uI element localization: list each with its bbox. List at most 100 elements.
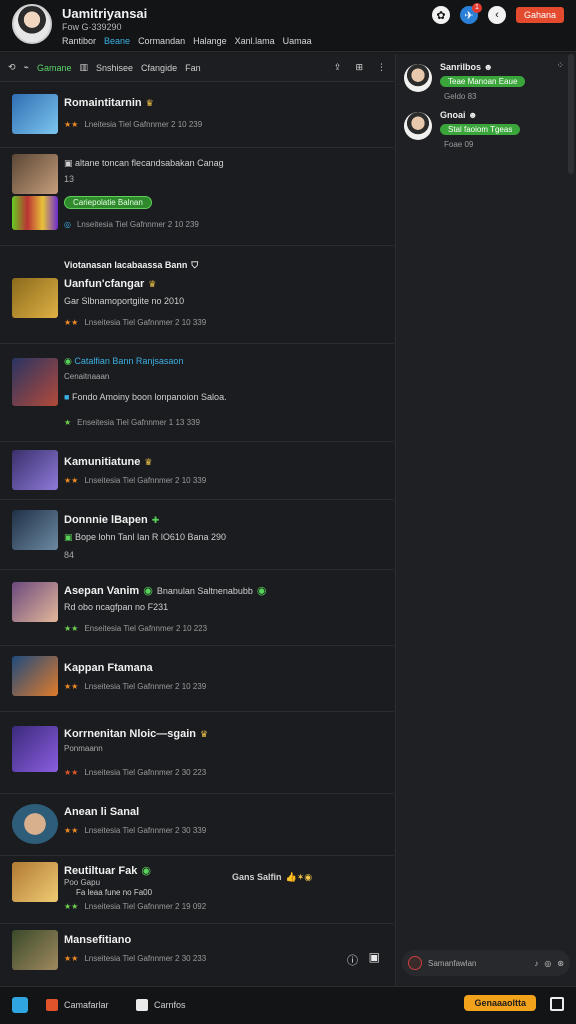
row-avatar <box>12 154 58 194</box>
nav-item-2-active[interactable]: Beane <box>104 36 130 46</box>
row-sub: 13 <box>64 174 75 184</box>
emoji-icon: ☻ <box>483 62 494 72</box>
share-icon[interactable]: ⇪ <box>334 62 342 73</box>
messages-icon[interactable]: ✈ 1 <box>459 3 482 24</box>
fire-icon <box>46 999 58 1011</box>
row-avatar <box>12 582 58 622</box>
row-sub: Cenaitnaaan <box>64 372 110 381</box>
feed-row[interactable]: ◉ Catalfian Bann Ranjsasaon Cenaitnaaan … <box>0 344 394 442</box>
row-avatar <box>12 510 58 550</box>
row-name: Romaintitarnin ♛ <box>64 97 154 109</box>
bottom-bar: Camafarlar Carnfos Genaaaoltta <box>0 986 576 1024</box>
chat-input[interactable]: Samanfawlan ♪ ◎ ⊛ <box>402 950 570 976</box>
attach-icon[interactable]: ♪ <box>534 959 538 968</box>
crown-icon: ♛ <box>144 457 153 467</box>
row-meta: ★★ Lnseitesia Tiel Gafnnmer 2 19 092 <box>64 902 207 911</box>
emoji-icon: ☻ <box>468 110 478 120</box>
row-name: Kamunitiatune ♛ <box>64 456 153 468</box>
chat-time: Foae 09 <box>444 140 474 149</box>
emoji-picker-icon[interactable]: ◎ <box>544 959 551 968</box>
home-icon[interactable] <box>12 997 28 1013</box>
info-icon[interactable]: ⓘ <box>347 952 358 968</box>
row-meta: ★★ Lnseitesia Tiel Gafnnmer 2 30 233 <box>64 954 207 963</box>
row-avatar <box>12 862 58 902</box>
row-meta: ★★ Lneitesia Tiel Gafnnmer 2 10 239 <box>64 120 203 129</box>
row-meta: ★★ Lnseitesia Tiel Gafnnmer 2 10 339 <box>64 476 207 485</box>
top-header: Uamitriyansai Fow G·339290 Rantibor Bean… <box>0 0 576 52</box>
grid-icon[interactable]: ▥ <box>80 62 89 73</box>
tab-gamane[interactable]: Gamane <box>37 63 72 73</box>
back-icon[interactable]: ‹ <box>487 6 506 24</box>
status-pill[interactable]: Cariepolatie Balnan <box>64 196 152 209</box>
nav-item-4[interactable]: Halange <box>193 36 227 46</box>
top-nav: Rantibor Beane Cormandan Halange Xanl.la… <box>62 36 312 46</box>
row-avatar <box>12 450 58 490</box>
refresh-icon[interactable]: ⟲ <box>8 62 16 73</box>
row-name: Korrnenitan Nloic—sgain ♛ <box>64 728 209 740</box>
bottom-tab-2[interactable]: Carnfos <box>136 999 186 1011</box>
toolbar-right-icons: ⇪ ⊞ ⋮ <box>334 62 386 73</box>
chat-input-placeholder: Samanfawlan <box>428 958 477 968</box>
feed-row[interactable]: Kappan Ftamana ★★ Lnseitesia Tiel Gafnnme… <box>0 646 394 712</box>
chat-bubble: Teae Manoan Eaue <box>440 76 526 87</box>
chat-time: Geldo 83 <box>444 92 477 101</box>
tab-cfangide[interactable]: Cfangide <box>141 63 177 73</box>
row-sub: Poo Gapu <box>64 878 101 887</box>
row-headline: ▣ altane toncan flecandsabakan Canag <box>64 158 224 168</box>
nav-item-1[interactable]: Rantibor <box>62 36 96 46</box>
feed-toolbar: ⟲ ⌁ Gamane ▥ Snshisee Cfangide Fan ⇪ ⊞ ⋮ <box>0 54 394 82</box>
expand-icon[interactable] <box>550 997 564 1011</box>
row-avatar <box>12 94 58 134</box>
row-headline: Viotanasan lacabaassa Bann ⛉ <box>64 260 199 270</box>
row-meta: ★★ Lnseitesia Tiel Gafnnmer 2 10 339 <box>64 318 207 327</box>
row-avatar <box>12 930 58 970</box>
app-subtitle: Fow G·339290 <box>62 22 122 32</box>
settings-icon[interactable]: ✿ <box>431 6 450 24</box>
record-icon[interactable] <box>408 956 422 970</box>
feed-row[interactable]: Viotanasan lacabaassa Bann ⛉ Uanfun'cfang… <box>0 246 394 344</box>
send-icon[interactable]: ⊛ <box>557 959 564 968</box>
nav-item-6[interactable]: Uamaa <box>283 36 312 46</box>
chat-panel: ⁘ Sanrilbos ☻ Teae Manoan Eaue Geldo 83 … <box>395 54 576 986</box>
notification-badge: 1 <box>471 3 482 13</box>
chat-item[interactable]: Gnoai ☻ Stal faoiom Tgeas Foae 09 <box>404 110 574 150</box>
bottom-tab-1[interactable]: Camafarlar <box>46 999 109 1011</box>
bottom-cta-button[interactable]: Genaaaoltta <box>464 995 536 1011</box>
chat-name: Gnoai ☻ <box>440 110 478 120</box>
nav-item-3[interactable]: Cormandan <box>138 36 185 46</box>
feed-row[interactable]: Mansefitiano ★★ Lnseitesia Tiel Gafnnmer … <box>0 924 394 986</box>
row-avatar <box>12 358 58 406</box>
feed-row[interactable]: Anean li Sanal ★★ Lnseitesia Tiel Gafnnme… <box>0 794 394 856</box>
chat-name: Sanrilbos ☻ <box>440 62 494 72</box>
feed-row[interactable]: Donnnie lBapen ✚ ▣ Bope lohn Tanl Ian R l… <box>0 500 394 570</box>
feed-row[interactable]: Asepan Vanim ◉ Bnanulan Saltnenabubb ◉ Rd o… <box>0 570 394 646</box>
chat-item[interactable]: Sanrilbos ☻ Teae Manoan Eaue Geldo 83 <box>404 62 574 102</box>
crown-icon: ♛ <box>200 729 209 739</box>
feed-row[interactable]: Korrnenitan Nloic—sgain ♛ Ponmaann ★★ Lnse… <box>0 712 394 794</box>
crown-icon: ♛ <box>148 279 157 289</box>
feed-row[interactable]: Kamunitiatune ♛ ★★ Lnseitesia Tiel Gafnnme… <box>0 442 394 500</box>
row-name: Asepan Vanim ◉ Bnanulan Saltnenabubb ◉ <box>64 585 267 597</box>
row-meta: ★★ Lnseitesia Tiel Gafnnmer 2 10 239 <box>64 682 207 691</box>
tab-fan[interactable]: Fan <box>185 63 201 73</box>
row-name: Kappan Ftamana <box>64 662 153 674</box>
nav-item-5[interactable]: Xanl.lama <box>235 36 275 46</box>
row-meta: ★★ Enseitesia Tiel Gafnnmer 2 10 223 <box>64 624 208 633</box>
bag-icon[interactable]: ▣ <box>369 950 380 964</box>
tab-snshisee[interactable]: Snshisee <box>96 63 133 73</box>
row-thumbnail <box>12 196 58 230</box>
row-avatar <box>12 804 58 844</box>
feed-row[interactable]: Reutiltuar Fak ◉ Poo Gapu Fa leaa fune no… <box>0 856 394 924</box>
row-line: Fa leaa fune no Fa00 <box>76 888 153 897</box>
link-icon[interactable]: ⌁ <box>24 62 29 73</box>
feed-list: Romaintitarnin ♛ ★★ Lneitesia Tiel Gafnnme… <box>0 84 394 986</box>
feed-row[interactable]: Romaintitarnin ♛ ★★ Lneitesia Tiel Gafnnme… <box>0 84 394 148</box>
filter-icon[interactable]: ⊞ <box>355 62 363 73</box>
action-button[interactable]: Gahana <box>515 7 564 23</box>
bookmark-icon <box>136 999 148 1011</box>
profile-avatar[interactable] <box>12 4 52 44</box>
feed-row[interactable]: ▣ altane toncan flecandsabakan Canag 13 … <box>0 148 394 246</box>
row-line: Rd obo ncagfpan no F231 <box>64 602 169 612</box>
more-icon[interactable]: ⋮ <box>377 62 386 73</box>
chat-avatar <box>404 112 432 140</box>
